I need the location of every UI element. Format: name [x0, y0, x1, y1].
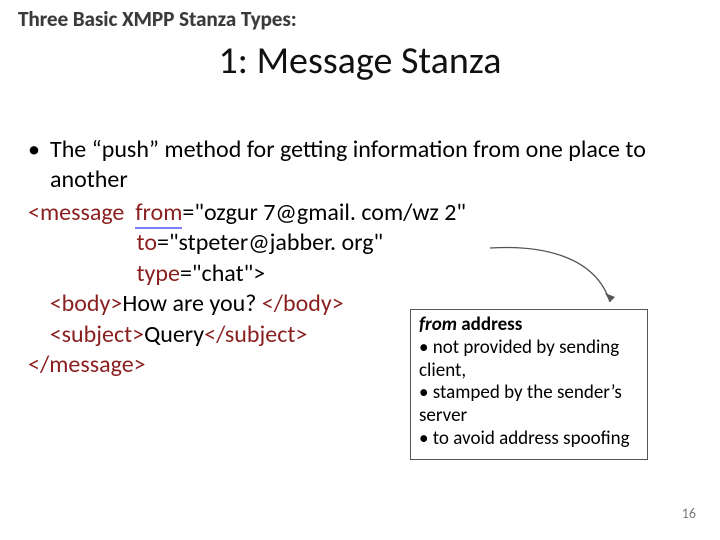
callout-line: • not provided by sending client,	[419, 337, 639, 383]
supertitle: Three Basic XMPP Stanza Types:	[18, 6, 297, 32]
tag-body-open: <body>	[50, 289, 123, 318]
page-number: 16	[682, 505, 696, 522]
callout-header-em: from	[419, 313, 457, 336]
val-from: ="ozgur 7@gmail. com/wz 2"	[182, 198, 466, 227]
bullet-item: • The “push” method for getting informat…	[28, 135, 688, 196]
callout-line: • to avoid address spoofing	[419, 428, 639, 451]
slide: { "supertitle": "Three Basic XMPP Stanza…	[0, 0, 720, 540]
tag-subject-close: </subject>	[204, 320, 307, 349]
slide-title: 1: Message Stanza	[0, 38, 720, 84]
callout-header-rest: address	[457, 313, 522, 336]
bullet-text: The “push” method for getting informatio…	[50, 135, 688, 196]
tag-message-close: </message>	[28, 350, 146, 379]
attr-type: type	[137, 259, 180, 288]
callout-line: • stamped by the sender’s server	[419, 382, 639, 428]
tag-subject-open: <subject>	[50, 320, 144, 349]
bullet-dot: •	[28, 135, 50, 196]
val-to: ="stpeter@jabber. org"	[157, 228, 383, 257]
attr-to: to	[137, 228, 157, 257]
callout-box: from address • not provided by sending c…	[410, 309, 648, 460]
body-content: How are you?	[122, 289, 261, 318]
attr-from: from	[135, 198, 182, 229]
callout-header: from address	[419, 314, 639, 337]
val-type: ="chat">	[180, 259, 265, 288]
tag-body-close: </body>	[262, 289, 344, 318]
subject-content: Query	[144, 320, 204, 349]
tag-message-open: <message	[28, 198, 124, 227]
